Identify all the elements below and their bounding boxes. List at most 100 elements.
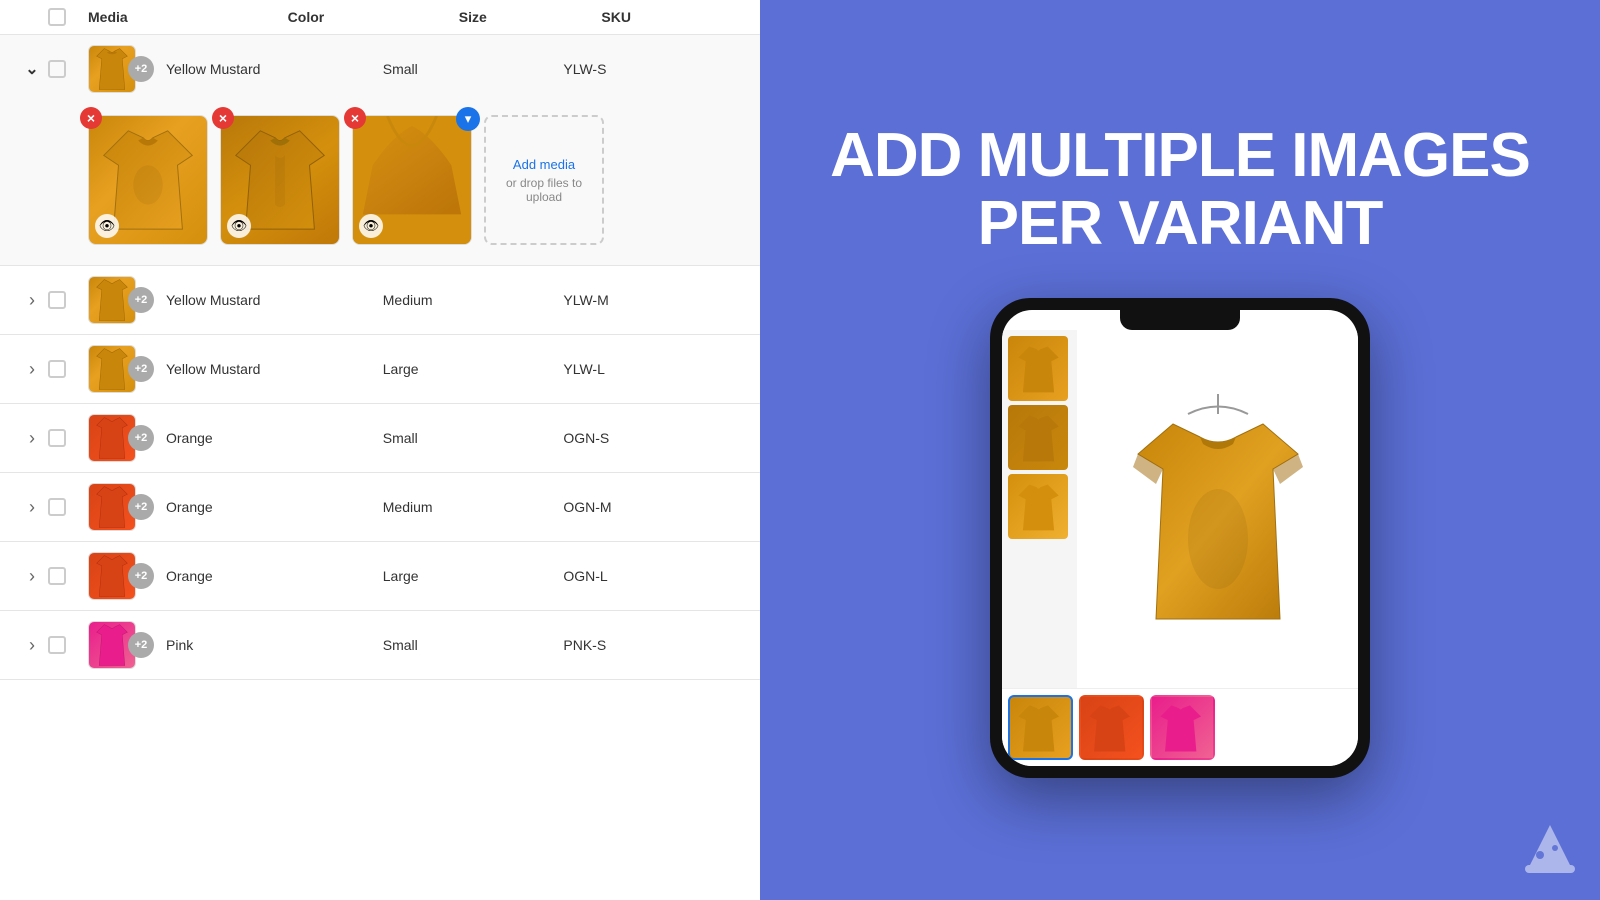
expand-button-5[interactable] — [16, 497, 48, 518]
color-cell-7: Pink — [166, 637, 383, 653]
size-cell-1: Small — [383, 61, 564, 77]
thumb-cluster-1[interactable]: +2 — [88, 45, 158, 93]
phone-bot-thumb-1[interactable] — [1008, 695, 1073, 760]
expanded-images-1: × 👁 — [0, 103, 760, 266]
sku-col-header: SKU — [601, 9, 744, 25]
color-cell-4: Orange — [166, 430, 383, 446]
size-cell-2: Medium — [383, 292, 564, 308]
phone-bottom-thumbnails — [1002, 688, 1358, 766]
phone-screen — [1002, 310, 1358, 766]
variant-row-4: +2 Orange Small OGN-S — [0, 404, 760, 473]
phone-bot-shirt-3 — [1153, 698, 1213, 758]
phone-bot-shirt-1 — [1011, 698, 1071, 758]
color-col-header: Color — [288, 9, 459, 25]
table-header: Media Color Size SKU — [0, 0, 760, 35]
size-col-header: Size — [459, 9, 602, 25]
wizard-hat-icon — [1520, 820, 1580, 880]
sku-cell-5: OGN-M — [563, 499, 744, 515]
check-col-1 — [48, 60, 88, 78]
image-thumb-3: 👁 — [352, 115, 472, 245]
phone-sidebar-thumb-2[interactable] — [1008, 405, 1068, 470]
remove-image-1-button[interactable]: × — [80, 107, 102, 129]
chevron-right-icon-2 — [29, 290, 35, 311]
promo-panel: ADD MULTIPLE IMAGES PER VARIANT — [760, 0, 1600, 900]
expand-button-4[interactable] — [16, 428, 48, 449]
phone-content — [1002, 330, 1358, 688]
phone-sidebar-thumb-3[interactable] — [1008, 474, 1068, 539]
remove-image-3-button[interactable]: × — [344, 107, 366, 129]
sku-cell-2: YLW-M — [563, 292, 744, 308]
color-cell-1: Yellow Mustard — [166, 61, 383, 77]
thumb-cluster-2[interactable]: +2 — [88, 276, 158, 324]
color-cell-2: Yellow Mustard — [166, 292, 383, 308]
promo-title: ADD MULTIPLE IMAGES PER VARIANT — [800, 122, 1560, 258]
thumb-count-1: +2 — [128, 56, 154, 82]
thumb-count-2: +2 — [128, 287, 154, 313]
phone-sidebar-thumb-1[interactable] — [1008, 336, 1068, 401]
thumb-cluster-5[interactable]: +2 — [88, 483, 158, 531]
size-cell-5: Medium — [383, 499, 564, 515]
thumb-cluster-6[interactable]: +2 — [88, 552, 158, 600]
eye-icon-1[interactable]: 👁 — [95, 214, 119, 238]
select-all-checkbox[interactable] — [48, 8, 66, 26]
color-cell-6: Orange — [166, 568, 383, 584]
expand-button-1[interactable] — [16, 59, 48, 79]
image-3-dropdown-button[interactable]: ▾ — [456, 107, 480, 131]
chevron-down-icon — [25, 59, 38, 79]
expand-button-7[interactable] — [16, 635, 48, 656]
thumb-cluster-4[interactable]: +2 — [88, 414, 158, 462]
phone-notch — [1120, 310, 1240, 330]
image-grid-1: × 👁 — [88, 115, 744, 245]
row-checkbox-6[interactable] — [48, 567, 66, 585]
row-checkbox-3[interactable] — [48, 360, 66, 378]
sku-value-1: YLW-S — [563, 61, 606, 77]
wizard-hat-decoration — [1520, 820, 1580, 880]
variant-row-5: +2 Orange Medium OGN-M — [0, 473, 760, 542]
media-col-header: Media — [88, 9, 288, 25]
thumb-cluster-3[interactable]: +2 — [88, 345, 158, 393]
row-checkbox-5[interactable] — [48, 498, 66, 516]
phone-main-image — [1077, 330, 1358, 688]
image-thumb-1: 👁 — [88, 115, 208, 245]
thumb-cluster-7[interactable]: +2 — [88, 621, 158, 669]
row-checkbox-7[interactable] — [48, 636, 66, 654]
expand-button-6[interactable] — [16, 566, 48, 587]
variant-row-3: +2 Yellow Mustard Large YLW-L — [0, 335, 760, 404]
sku-cell-3: YLW-L — [563, 361, 744, 377]
add-media-sub-text: or drop files to upload — [494, 176, 594, 204]
color-cell-3: Yellow Mustard — [166, 361, 383, 377]
check-col-5 — [48, 498, 88, 516]
remove-image-2-button[interactable]: × — [212, 107, 234, 129]
expand-button-3[interactable] — [16, 359, 48, 380]
color-cell-5: Orange — [166, 499, 383, 515]
size-cell-4: Small — [383, 430, 564, 446]
eye-icon-2[interactable]: 👁 — [227, 214, 251, 238]
check-col-7 — [48, 636, 88, 654]
image-item-1: × 👁 — [88, 115, 208, 245]
add-media-button[interactable]: Add media or drop files to upload — [484, 115, 604, 245]
row-checkbox-2[interactable] — [48, 291, 66, 309]
chevron-right-icon-5 — [29, 497, 35, 518]
phone-mockup — [990, 298, 1370, 778]
row-checkbox-4[interactable] — [48, 429, 66, 447]
variant-row-summary-1: +2 Yellow Mustard Small YLW-S — [0, 35, 760, 103]
phone-shirt-1 — [1011, 339, 1066, 399]
check-col-2 — [48, 291, 88, 309]
chevron-right-icon-6 — [29, 566, 35, 587]
phone-sidebar — [1002, 330, 1077, 688]
eye-icon-3[interactable]: 👁 — [359, 214, 383, 238]
variant-row-6: +2 Orange Large OGN-L — [0, 542, 760, 611]
chevron-right-icon-7 — [29, 635, 35, 656]
phone-bot-thumb-2[interactable] — [1079, 695, 1144, 760]
variant-row-2: +2 Yellow Mustard Medium YLW-M — [0, 266, 760, 335]
expand-button-2[interactable] — [16, 290, 48, 311]
chevron-right-icon-4 — [29, 428, 35, 449]
sku-cell-1: YLW-S — [563, 61, 744, 77]
phone-bot-shirt-2 — [1082, 698, 1142, 758]
row-checkbox-1[interactable] — [48, 60, 66, 78]
thumb-count-3: +2 — [128, 356, 154, 382]
phone-shirt-2 — [1011, 408, 1066, 468]
phone-bot-thumb-3[interactable] — [1150, 695, 1215, 760]
variant-row-7: +2 Pink Small PNK-S — [0, 611, 760, 680]
color-value-1: Yellow Mustard — [166, 61, 260, 77]
